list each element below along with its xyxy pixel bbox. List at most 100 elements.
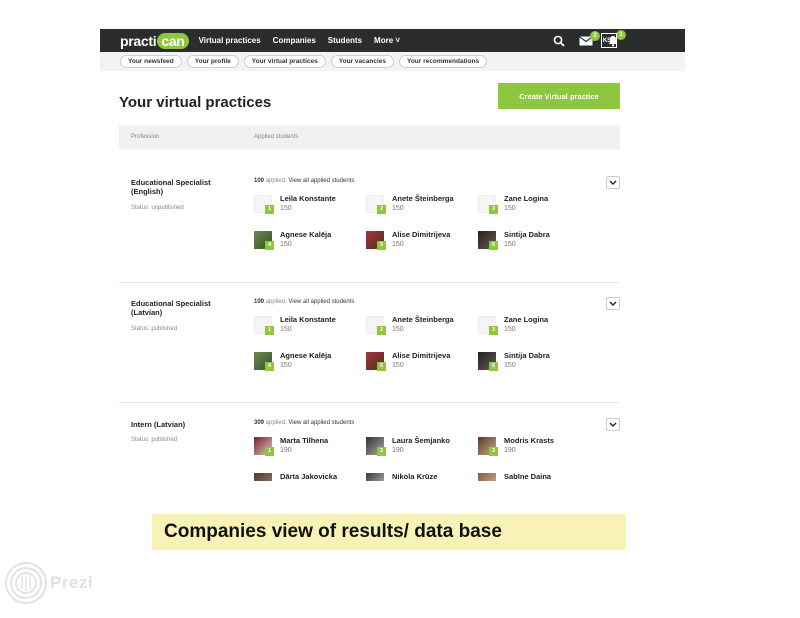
profession-title[interactable]: Educational Specialist (Latvian) (131, 299, 231, 317)
student-card[interactable]: 3 Zane Logina 150 (478, 193, 583, 219)
student-score: 150 (392, 362, 404, 369)
applied-count: 100 (254, 299, 265, 305)
column-profession: Profession (131, 134, 160, 140)
column-applied-students: Applied students (254, 134, 299, 140)
applied-word: applied. (265, 299, 287, 305)
applied-word: applied. (265, 178, 287, 184)
table-header: Profession Applied students (119, 125, 620, 149)
student-card[interactable]: 6 Sintija Dabra 150 (478, 350, 583, 376)
scroll-viewport: Intern (Latvian) Status: published 309 a… (100, 404, 685, 481)
tab-newsfeed[interactable]: Your newsfeed (120, 55, 182, 68)
expand-chevron-icon[interactable] (606, 418, 620, 431)
avatar-photo (366, 473, 384, 481)
create-virtual-practice-button[interactable]: Create Virtual practice (498, 83, 620, 109)
student-card[interactable]: 2 Anete Šteinberga 150 (366, 314, 471, 340)
nav-virtual-practices[interactable]: Virtual practices (199, 36, 261, 45)
tab-vacancies[interactable]: Your vacancies (330, 55, 394, 68)
rank-badge: 5 (377, 362, 386, 371)
student-card[interactable]: 1 Marta Tilhena 190 (254, 435, 359, 461)
applied-count: 100 (254, 178, 265, 184)
nav-more[interactable]: More ˅ (374, 36, 400, 45)
student-card[interactable]: 5 Alise Dimitrijeva 150 (366, 350, 471, 376)
rank-badge: 5 (377, 241, 386, 250)
practice-row: Intern (Latvian) Status: published 309 a… (119, 418, 620, 481)
rank-badge: 2 (377, 447, 386, 456)
student-card[interactable]: 4 Agnese Kalēja 150 (254, 229, 359, 255)
student-name: Sabīne Daina (504, 472, 552, 481)
prezi-watermark: Prezi (4, 561, 93, 605)
profession-title[interactable]: Educational Specialist (English) (131, 178, 231, 196)
student-card[interactable]: 1 Leila Konstante 150 (254, 314, 359, 340)
student-card[interactable]: 3 Zane Logina 150 (478, 314, 583, 340)
caption-text: Companies view of results/ data base (164, 521, 502, 542)
row-divider (119, 402, 620, 403)
student-name: Sintija Dabra (504, 230, 550, 239)
student-score: 150 (280, 241, 292, 248)
slide: practi can Virtual practices Companies St… (0, 0, 800, 618)
tab-profile[interactable]: Your profile (186, 55, 239, 68)
logo[interactable]: practi can (120, 32, 189, 49)
applied-word: applied. (265, 420, 287, 426)
applied-count: 309 (254, 420, 265, 426)
student-card[interactable]: 3 Modris Krasts 190 (478, 435, 583, 461)
student-score: 190 (504, 447, 516, 454)
rank-badge: 1 (265, 326, 274, 335)
student-card[interactable]: 5 Alise Dimitrijeva 150 (366, 229, 471, 255)
rank-badge: 4 (265, 362, 274, 371)
search-icon[interactable] (553, 35, 565, 47)
prezi-logo-icon (5, 562, 47, 604)
nav-students[interactable]: Students (328, 36, 362, 45)
rank-badge: 4 (265, 241, 274, 250)
student-score: 150 (504, 362, 516, 369)
student-name: Anete Šteinberga (392, 315, 454, 324)
student-card[interactable]: 5 Nikola Krūze (366, 471, 471, 481)
practice-status: Status: unpublished (131, 205, 184, 211)
profession-title[interactable]: Intern (Latvian) (131, 420, 231, 429)
expand-chevron-icon[interactable] (606, 176, 620, 189)
student-name: Sintija Dabra (504, 351, 550, 360)
student-card[interactable]: 6 Sabīne Daina (478, 471, 583, 481)
rank-badge: 2 (377, 205, 386, 214)
mail-icon[interactable]: 2 (579, 30, 600, 46)
student-name: Leila Konstante (280, 194, 336, 203)
student-name: Alise Dimitrijeva (392, 230, 451, 239)
top-navbar: practi can Virtual practices Companies St… (100, 29, 685, 52)
expand-chevron-icon[interactable] (606, 297, 620, 310)
student-score: 150 (280, 326, 292, 333)
student-card[interactable]: 2 Anete Šteinberga 150 (366, 193, 471, 219)
student-name: Zane Logina (504, 315, 549, 324)
page-title: Your virtual practices (119, 94, 272, 111)
tab-recommendations[interactable]: Your recommendations (398, 55, 488, 68)
student-name: Marta Tilhena (280, 436, 329, 445)
student-name: Agnese Kalēja (280, 230, 332, 239)
student-score: 150 (504, 326, 516, 333)
rank-badge: 3 (489, 326, 498, 335)
student-name: Nikola Krūze (392, 472, 438, 481)
view-all-applied-link[interactable]: View all applied students (288, 420, 354, 426)
view-all-applied-link[interactable]: View all applied students (288, 178, 354, 184)
rank-badge: 1 (265, 447, 274, 456)
student-score: 150 (504, 205, 516, 212)
rank-badge: 6 (489, 362, 498, 371)
rank-badge: 1 (265, 205, 274, 214)
company-avatar[interactable]: KSE (601, 33, 617, 48)
student-name: Dārta Jakovicka (280, 472, 338, 481)
practice-status: Status: published (131, 326, 178, 332)
nav-companies[interactable]: Companies (273, 36, 316, 45)
mail-badge: 2 (590, 30, 600, 41)
student-card[interactable]: 2 Laura Šemjanko 190 (366, 435, 471, 461)
student-name: Agnese Kalēja (280, 351, 332, 360)
prezi-wordmark: Prezi (50, 573, 94, 592)
avatar-photo (478, 473, 496, 481)
student-card[interactable]: 4 Agnese Kalēja 150 (254, 350, 359, 376)
student-card[interactable]: 6 Sintija Dabra 150 (478, 229, 583, 255)
tab-virtual-practices[interactable]: Your virtual practices (243, 55, 326, 68)
student-card[interactable]: 1 Leila Konstante 150 (254, 193, 359, 219)
view-all-applied-link[interactable]: View all applied students (288, 299, 354, 305)
student-score: 190 (280, 447, 292, 454)
student-card[interactable]: 4 Dārta Jakovicka (254, 471, 359, 481)
student-name: Modris Krasts (504, 436, 555, 445)
student-score: 150 (392, 241, 404, 248)
student-name: Leila Konstante (280, 315, 336, 324)
logo-text: practi (120, 32, 157, 49)
